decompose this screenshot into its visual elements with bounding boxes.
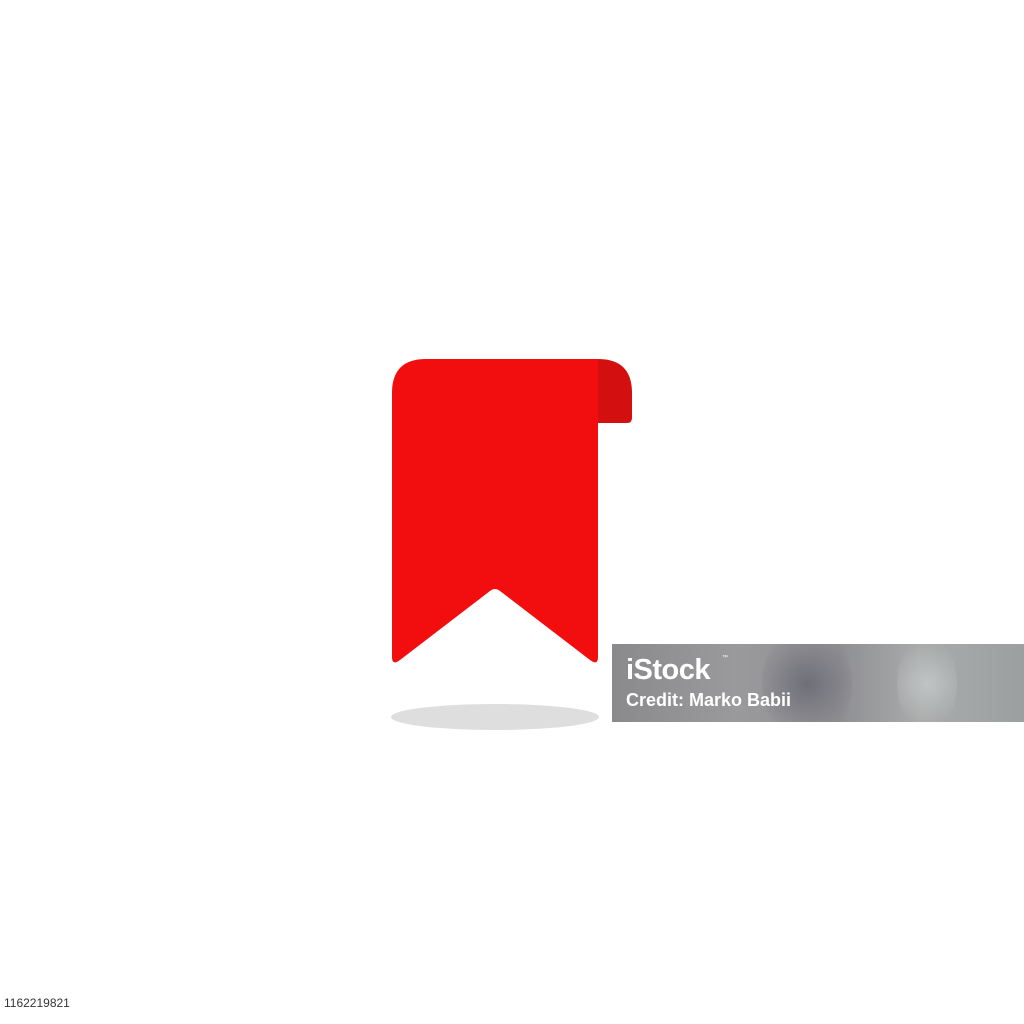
bookmark-ribbon [392, 359, 598, 663]
watermark-trademark: ™ [722, 655, 728, 661]
watermark-credit: Credit: Marko Babii [626, 690, 792, 710]
watermark-banner: iStock ™ Credit: Marko Babii [612, 644, 1024, 722]
bookmark-icon [391, 359, 632, 730]
image-id-label: 1162219821 [0, 993, 74, 1013]
watermark-brand: iStock [626, 654, 711, 686]
bookmark-shadow [391, 704, 599, 730]
canvas: iStock ™ Credit: Marko Babii 1162219821 [0, 0, 1024, 1024]
watermark-blob [897, 644, 957, 722]
